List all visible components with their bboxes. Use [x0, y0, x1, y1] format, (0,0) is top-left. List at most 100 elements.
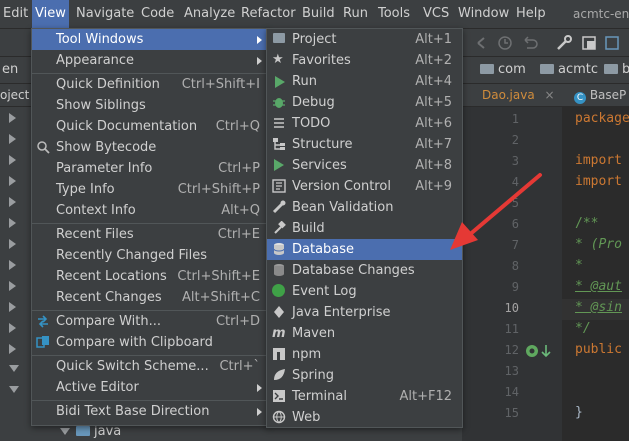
tree-expand-icon[interactable]: [9, 281, 16, 291]
menu-item-maven[interactable]: m Maven: [267, 323, 462, 344]
menu-item-build[interactable]: Build: [267, 218, 462, 239]
line-number: 1: [511, 112, 519, 126]
menu-tools[interactable]: Tools: [375, 0, 413, 28]
menu-item-quick-documentation[interactable]: Quick Documentation Ctrl+Q: [32, 116, 268, 137]
view-menu: Tool Windows Appearance Quick Definition…: [31, 28, 269, 426]
menu-item-database[interactable]: Database: [267, 239, 462, 260]
folder-icon: [540, 64, 554, 74]
menu-item-terminal[interactable]: Terminal Alt+F12: [267, 386, 462, 407]
menu-item-spring[interactable]: Spring: [267, 365, 462, 386]
line-number: 14: [504, 385, 519, 399]
menu-item-context-info[interactable]: Context Info Alt+Q: [32, 200, 268, 221]
menu-item-type-info[interactable]: Type Info Ctrl+Shift+P: [32, 179, 268, 200]
compare-icon: [38, 315, 48, 328]
menu-view[interactable]: View: [32, 0, 69, 28]
menu-item-java-enterprise[interactable]: Java Enterprise: [267, 302, 462, 323]
toolbar-icons: [477, 35, 619, 50]
line-number: 12: [504, 343, 519, 357]
tree-expand-icon[interactable]: [9, 176, 16, 186]
menu-item-show-bytecode[interactable]: Show Bytecode: [32, 137, 268, 158]
menu-navigate[interactable]: Navigate: [73, 0, 137, 28]
tree-collapse-icon[interactable]: [9, 365, 19, 372]
menu-refactor[interactable]: Refactor: [238, 0, 299, 28]
menu-item-compare-with-clipboard[interactable]: Compare with Clipboard: [32, 332, 268, 353]
menu-window[interactable]: Window: [455, 0, 512, 28]
menu-item-quick-switch-scheme[interactable]: Quick Switch Scheme... Ctrl+`: [32, 356, 268, 377]
menu-item-recently-changed-files[interactable]: Recently Changed Files: [32, 245, 268, 266]
tree-collapse-icon: [60, 428, 70, 435]
menu-item-services[interactable]: Services Alt+8: [267, 155, 462, 176]
menu-item-recent-files[interactable]: Recent Files Ctrl+E: [32, 224, 268, 245]
annotation-arrow: [450, 173, 542, 250]
panel-icon[interactable]: [605, 36, 619, 50]
wrench-icon[interactable]: [557, 35, 572, 50]
menu-item-run[interactable]: Run Alt+4: [267, 71, 462, 92]
tab-basep[interactable]: C BaseP: [574, 84, 626, 106]
tree-expand-icon[interactable]: [9, 302, 16, 312]
history-icon[interactable]: [498, 36, 512, 50]
menu-vcs[interactable]: VCS: [420, 0, 452, 28]
menu-item-appearance[interactable]: Appearance: [32, 50, 268, 71]
menu-item-show-siblings[interactable]: Show Siblings: [32, 95, 268, 116]
project-panel-label[interactable]: oject: [0, 84, 29, 106]
menu-build[interactable]: Build: [299, 0, 338, 28]
implemented-icon[interactable]: [541, 345, 551, 358]
code-line: * @aut: [575, 279, 622, 294]
back-icon[interactable]: [477, 37, 485, 49]
code-line: public: [575, 342, 622, 357]
menu-bar: Edit View Navigate Code Analyze Refactor…: [0, 0, 629, 29]
menu-item-quick-definition[interactable]: Quick Definition Ctrl+Shift+I: [32, 74, 268, 95]
tree-expand-icon[interactable]: [9, 197, 16, 207]
tree-expand-icon[interactable]: [9, 134, 16, 144]
list-icon: [274, 118, 284, 128]
project-structure-icon[interactable]: [582, 36, 596, 50]
tab-dao-java[interactable]: Dao.java ×: [482, 84, 555, 106]
tree-expand-icon[interactable]: [9, 344, 16, 354]
menu-analyze[interactable]: Analyze: [181, 0, 238, 28]
code-line: import: [575, 174, 622, 189]
code-line: */: [575, 321, 591, 336]
menu-edit[interactable]: Edit: [0, 0, 31, 28]
tree-expand-icon[interactable]: [9, 218, 16, 228]
spring-bean-icon[interactable]: [526, 345, 538, 357]
breadcrumb-item[interactable]: b: [604, 57, 629, 83]
terminal-icon: [273, 390, 285, 402]
tree-expand-icon[interactable]: [9, 113, 16, 123]
menu-item-recent-locations[interactable]: Recent Locations Ctrl+Shift+E: [32, 266, 268, 287]
menu-item-structure[interactable]: Structure Alt+7: [267, 134, 462, 155]
menu-item-event-log[interactable]: Event Log: [267, 281, 462, 302]
undo-icon[interactable]: [524, 36, 538, 49]
menu-item-tool-windows[interactable]: Tool Windows: [32, 29, 268, 50]
menu-item-favorites[interactable]: ★ Favorites Alt+2: [267, 50, 462, 71]
database-icon: [273, 243, 285, 255]
breadcrumb-item[interactable]: com: [480, 57, 526, 83]
menu-item-active-editor[interactable]: Active Editor: [32, 377, 268, 398]
menu-item-bean-validation[interactable]: Bean Validation: [267, 197, 462, 218]
menu-item-parameter-info[interactable]: Parameter Info Ctrl+P: [32, 158, 268, 179]
menu-item-web[interactable]: Web: [267, 407, 462, 428]
tree-expand-icon[interactable]: [9, 260, 16, 270]
menu-help[interactable]: Help: [513, 0, 549, 28]
menu-item-npm[interactable]: npm: [267, 344, 462, 365]
tree-expand-icon[interactable]: [9, 155, 16, 165]
breadcrumb-item[interactable]: acmtc: [540, 57, 598, 83]
line-number: 8: [511, 259, 519, 273]
menu-item-recent-changes[interactable]: Recent Changes Alt+Shift+C: [32, 287, 268, 308]
breadcrumb-item[interactable]: en: [2, 57, 18, 83]
menu-run[interactable]: Run: [340, 0, 371, 28]
folder-icon: [273, 33, 285, 43]
tree-collapse-icon[interactable]: [9, 386, 19, 393]
menu-item-project[interactable]: Project Alt+1: [267, 29, 462, 50]
menu-item-database-changes[interactable]: Database Changes: [267, 260, 462, 281]
menu-code[interactable]: Code: [138, 0, 177, 28]
menu-item-bidi-text-base-direction[interactable]: Bidi Text Base Direction: [32, 401, 268, 422]
folder-icon: [604, 64, 618, 74]
tree-expand-icon[interactable]: [9, 239, 16, 249]
menu-item-debug[interactable]: Debug Alt+5: [267, 92, 462, 113]
close-icon[interactable]: ×: [545, 84, 555, 106]
menu-item-version-control[interactable]: Version Control Alt+9: [267, 176, 462, 197]
vcs-icon: [272, 179, 286, 193]
tree-expand-icon[interactable]: [9, 323, 16, 333]
menu-item-compare-with[interactable]: Compare With... Ctrl+D: [32, 311, 268, 332]
menu-item-todo[interactable]: TODO Alt+6: [267, 113, 462, 134]
